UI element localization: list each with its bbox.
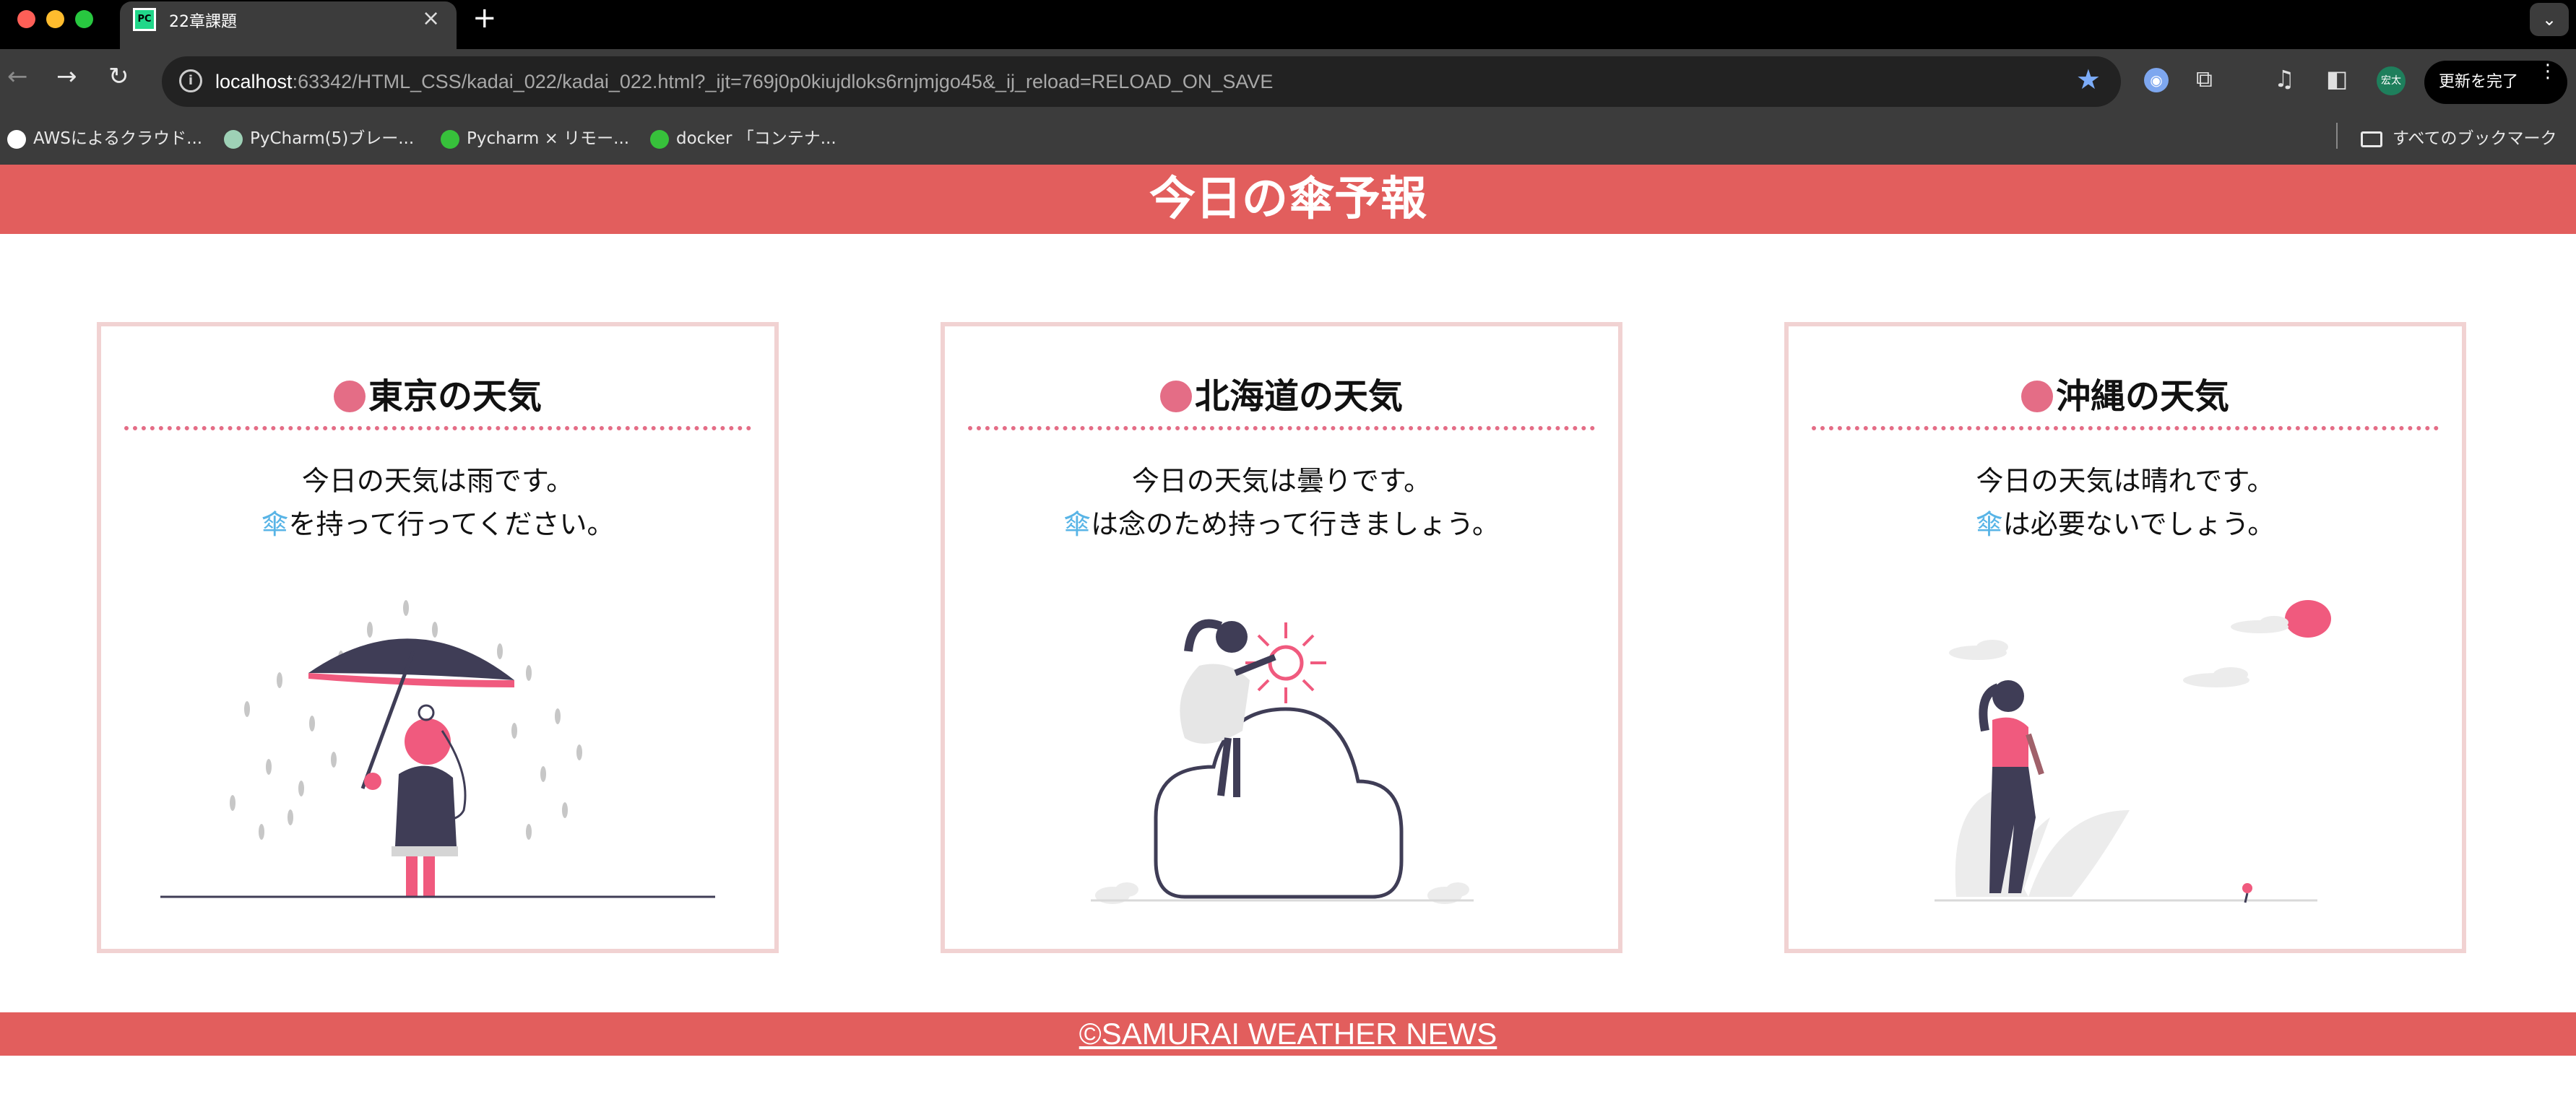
bookmark-item[interactable]: docker 「コンテナ... <box>650 124 837 153</box>
bookmark-label: docker 「コンテナ... <box>676 129 837 148</box>
bookmarks-divider <box>2336 123 2338 149</box>
page-title: 今日の傘予報 <box>1149 173 1427 226</box>
card-heading-text: 北海道の天気 <box>1194 376 1403 417</box>
bookmark-item[interactable]: Pycharm × リモー... <box>441 124 629 153</box>
card-heading: 沖縄の天気 <box>1812 373 2439 420</box>
reload-icon[interactable]: ↻ <box>108 62 129 91</box>
copyright-link[interactable]: ©SAMURAI WEATHER NEWS <box>1079 1017 1497 1051</box>
google-lens-icon[interactable]: ◉ <box>2144 68 2169 92</box>
browser-tab-bar: PC 22章課題 × + ⌄ <box>0 0 2576 49</box>
card-message-line2: は必要ないでしょう。 <box>2002 508 2275 540</box>
umbrella-word: 傘 <box>261 508 289 540</box>
bookmark-favicon-icon <box>441 129 459 149</box>
bookmark-label: AWSによるクラウド... <box>33 129 203 148</box>
card-message: 今日の天気は曇りです。 傘は念のため持って行きましょう。 <box>968 459 1595 546</box>
url-path: :63342/HTML_CSS/kadai_022/kadai_022.html… <box>292 71 1274 92</box>
card-message: 今日の天気は晴れです。 傘は必要ないでしょう。 <box>1812 459 2439 546</box>
browser-tab[interactable]: PC 22章課題 × <box>120 1 457 49</box>
bookmarks-bar: AWSによるクラウド... PyCharm(5)ブレー... Pycharm ×… <box>0 116 2576 165</box>
card-message-line2: を持って行ってください。 <box>288 508 615 540</box>
page-header: 今日の傘予報 <box>0 165 2576 234</box>
weather-card-tokyo: 東京の天気 今日の天気は雨です。 傘を持って行ってください。 <box>97 322 779 953</box>
bookmark-star-icon[interactable]: ★ <box>2076 64 2101 95</box>
card-message: 今日の天気は雨です。 傘を持って行ってください。 <box>124 459 751 546</box>
sunny-walk-illustration <box>1935 600 2331 903</box>
card-heading: 東京の天気 <box>124 373 751 420</box>
bookmark-label: PyCharm(5)ブレー... <box>250 129 415 148</box>
more-menu-icon[interactable]: ⋮ <box>2538 61 2557 82</box>
card-message-line1: 今日の天気は雨です。 <box>301 465 574 497</box>
card-heading-text: 沖縄の天気 <box>2055 376 2229 417</box>
umbrella-word: 傘 <box>1063 508 1092 540</box>
dotted-divider <box>968 426 1595 430</box>
card-message-line1: 今日の天気は晴れです。 <box>1976 465 2275 497</box>
pink-dot-icon <box>1159 381 1192 412</box>
maximize-window-button[interactable] <box>75 10 93 28</box>
profile-avatar[interactable]: 宏太 <box>2377 66 2406 95</box>
forward-arrow-icon[interactable]: → <box>56 62 77 91</box>
new-tab-icon[interactable]: + <box>472 1 497 35</box>
update-button[interactable]: 更新を完了 ⋮ <box>2424 61 2567 104</box>
umbrella-word: 傘 <box>1975 508 2003 540</box>
close-window-button[interactable] <box>17 10 35 28</box>
bookmark-label: Pycharm × リモー... <box>467 129 630 148</box>
all-bookmarks-button[interactable]: すべてのブックマーク <box>2361 124 2556 153</box>
url-text[interactable]: localhost:63342/HTML_CSS/kadai_022/kadai… <box>215 71 1273 93</box>
pink-dot-icon <box>2020 381 2053 412</box>
cloud-sun-illustration <box>1091 619 1474 904</box>
dotted-divider <box>1812 426 2439 430</box>
browser-toolbar: ← → ↻ i localhost:63342/HTML_CSS/kadai_0… <box>0 49 2576 116</box>
bookmark-item[interactable]: AWSによるクラウド... <box>7 124 202 153</box>
url-host: localhost <box>215 71 293 92</box>
bookmark-item[interactable]: PyCharm(5)ブレー... <box>224 124 414 153</box>
media-controls-icon[interactable]: ♫ <box>2274 65 2295 92</box>
bookmark-favicon-icon <box>224 129 243 149</box>
dotted-divider <box>124 426 751 430</box>
pycharm-favicon-icon: PC <box>133 8 156 31</box>
pink-dot-icon <box>333 381 366 412</box>
bookmark-favicon-icon <box>650 129 669 149</box>
card-message-line1: 今日の天気は曇りです。 <box>1131 465 1432 497</box>
all-bookmarks-label: すべてのブックマーク <box>2393 129 2557 148</box>
weather-card-okinawa: 沖縄の天気 今日の天気は晴れです。 傘は必要ないでしょう。 <box>1784 322 2466 953</box>
update-button-label: 更新を完了 <box>2439 73 2519 91</box>
card-message-line2: は念のため持って行きましょう。 <box>1091 508 1500 540</box>
tab-search-chevron-icon[interactable]: ⌄ <box>2530 3 2569 36</box>
rain-umbrella-illustration <box>160 600 715 898</box>
folder-icon <box>2361 131 2382 147</box>
tab-close-icon[interactable]: × <box>422 6 440 31</box>
card-heading-text: 東京の天気 <box>368 376 542 417</box>
page-footer: ©SAMURAI WEATHER NEWS <box>0 1012 2576 1056</box>
weather-card-hokkaido: 北海道の天気 今日の天気は曇りです。 傘は念のため持って行きましょう。 <box>941 322 1622 953</box>
extensions-icon[interactable]: ⧉ <box>2196 65 2213 93</box>
address-bar[interactable]: i localhost:63342/HTML_CSS/kadai_022/kad… <box>162 56 2121 107</box>
site-info-icon[interactable]: i <box>179 69 202 92</box>
side-panel-icon[interactable]: ◧ <box>2326 65 2348 92</box>
tab-title: 22章課題 <box>169 13 237 31</box>
bookmark-favicon-icon <box>7 129 26 149</box>
back-arrow-icon[interactable]: ← <box>7 62 28 91</box>
minimize-window-button[interactable] <box>46 10 64 28</box>
card-heading: 北海道の天気 <box>968 373 1595 420</box>
